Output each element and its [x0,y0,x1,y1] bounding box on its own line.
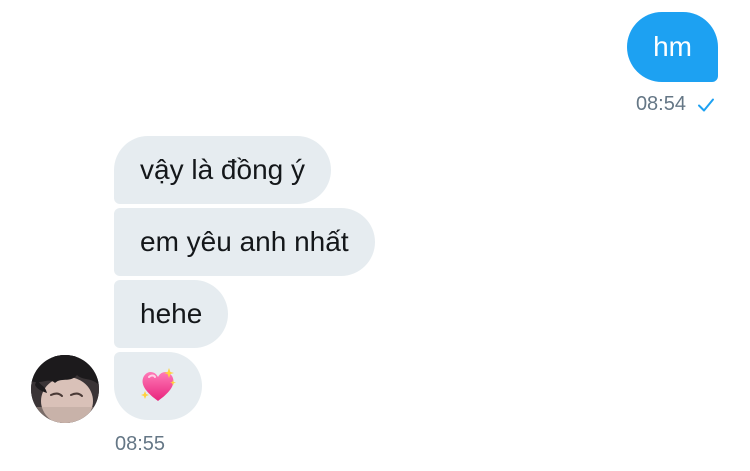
outgoing-message-bubble[interactable]: hm [627,12,718,82]
check-icon [698,98,714,112]
incoming-message-bubble[interactable]: em yêu anh nhất [114,208,375,276]
avatar[interactable] [31,355,99,423]
incoming-message-text: hehe [140,298,203,329]
outgoing-message-time: 08:54 [635,93,686,115]
incoming-message-text: vậy là đồng ý [140,154,305,185]
incoming-message-bubble[interactable]: hehe [114,280,229,348]
chat-conversation: hm 08:54 vậy là đồng ý em yêu anh nhất h… [0,0,750,471]
outgoing-message-text: hm [653,31,692,62]
sparkling-heart-emoji [141,368,176,401]
incoming-emoji-bubble[interactable] [114,352,202,420]
incoming-message-time: 08:55 [115,433,166,455]
avatar-photo [31,355,99,423]
incoming-message-bubble[interactable]: vậy là đồng ý [114,136,331,204]
incoming-message-text: em yêu anh nhất [140,226,349,257]
